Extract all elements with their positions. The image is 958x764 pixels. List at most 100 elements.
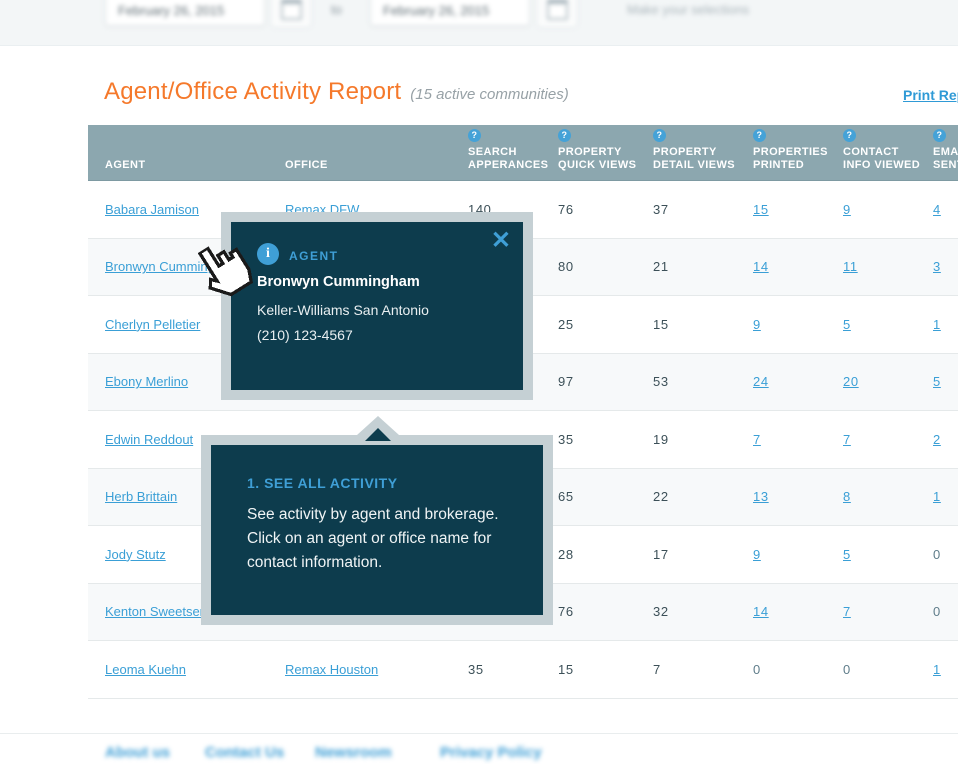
date-to-input[interactable]: February 26, 2015 [370, 0, 530, 26]
metric-link[interactable]: 8 [843, 489, 851, 504]
metric-value: 97 [558, 374, 574, 389]
top-toolbar-blurred-content: February 26, 2015 to February 26, 2015 M… [0, 0, 958, 45]
agent-link[interactable]: Leoma Kuehn [105, 662, 186, 677]
print-report-link[interactable]: Print Report [903, 87, 958, 103]
metric-link[interactable]: 9 [753, 547, 761, 562]
calendar-icon [281, 0, 302, 20]
metric-value: 76 [558, 202, 574, 217]
metric-link[interactable]: 14 [753, 259, 769, 274]
metric-link[interactable]: 7 [843, 604, 851, 619]
metric-value: 17 [653, 547, 669, 562]
metric-value: 32 [653, 604, 669, 619]
metric-link[interactable]: 13 [753, 489, 769, 504]
column-header: ?PROPERTIESPRINTED [745, 125, 835, 180]
see-all-activity-tooltip: 1. SEE ALL ACTIVITY See activity by agen… [201, 435, 553, 625]
agent-link[interactable]: Babara Jamison [105, 202, 199, 217]
metric-link[interactable]: 9 [843, 202, 851, 217]
metric-link[interactable]: 7 [843, 432, 851, 447]
tooltip-step-body: See activity by agent and brokerage. Cli… [247, 503, 535, 575]
agent-link[interactable]: Bronwyn Cummingham [105, 259, 240, 274]
table-header: AGENTOFFICE?SEARCHAPPERANCES?PROPERTYQUI… [88, 125, 958, 181]
metric-link[interactable]: 5 [843, 547, 851, 562]
metric-value: 25 [558, 317, 574, 332]
metric-value: 19 [653, 432, 669, 447]
metric-link[interactable]: 15 [753, 202, 769, 217]
office-link[interactable]: Remax Houston [285, 662, 378, 677]
metric-link[interactable]: 5 [933, 374, 941, 389]
calendar-icon [547, 0, 568, 20]
footer-divider [0, 733, 958, 734]
column-header: ?PROPERTYQUICK VIEWS [550, 125, 645, 180]
help-icon[interactable]: ? [933, 129, 946, 142]
metric-link[interactable]: 2 [933, 432, 941, 447]
tooltip-agent-label: AGENT [289, 249, 339, 263]
help-icon[interactable]: ? [753, 129, 766, 142]
metric-value: 22 [653, 489, 669, 504]
metric-value: 21 [653, 259, 669, 274]
selections-placeholder[interactable]: Make your selections [627, 2, 749, 17]
metric-value: 15 [558, 662, 574, 677]
column-header: ?CONTACTINFO VIEWED [835, 125, 925, 180]
metric-value: 0 [753, 662, 761, 677]
metric-value: 65 [558, 489, 574, 504]
info-icon: i [257, 243, 279, 265]
metric-value: 76 [558, 604, 574, 619]
metric-value: 35 [558, 432, 574, 447]
date-range-to-label: to [331, 2, 342, 17]
help-icon[interactable]: ? [468, 129, 481, 142]
top-toolbar: February 26, 2015 to February 26, 2015 M… [0, 0, 958, 46]
metric-value: 28 [558, 547, 574, 562]
metric-link[interactable]: 1 [933, 662, 941, 677]
metric-link[interactable]: 9 [753, 317, 761, 332]
close-icon[interactable]: ✕ [491, 228, 511, 254]
metric-link[interactable]: 20 [843, 374, 859, 389]
metric-value: 35 [468, 662, 484, 677]
agent-contact-tooltip: i AGENT ✕ Bronwyn Cummingham Keller-Will… [221, 212, 533, 400]
column-header: OFFICE [277, 125, 460, 180]
agent-contact-tooltip-panel: i AGENT ✕ Bronwyn Cummingham Keller-Will… [231, 222, 523, 390]
metric-link[interactable]: 1 [933, 317, 941, 332]
metric-link[interactable]: 4 [933, 202, 941, 217]
agent-link[interactable]: Edwin Reddout [105, 432, 193, 447]
footer-link[interactable]: About us [105, 744, 170, 761]
metric-value: 80 [558, 259, 574, 274]
report-heading: Agent/Office Activity Report (15 active … [104, 78, 569, 106]
tooltip-agent-phone: (210) 123-4567 [257, 327, 353, 343]
footer-link[interactable]: Newsroom [315, 744, 392, 761]
calendar-button-to[interactable] [536, 0, 578, 28]
metric-link[interactable]: 24 [753, 374, 769, 389]
agent-link[interactable]: Kenton Sweetser [105, 604, 204, 619]
metric-value: 0 [933, 547, 941, 562]
metric-link[interactable]: 14 [753, 604, 769, 619]
column-header: ?SEARCHAPPERANCES [460, 125, 550, 180]
help-icon[interactable]: ? [843, 129, 856, 142]
column-header: ?PROPERTYDETAIL VIEWS [645, 125, 745, 180]
help-icon[interactable]: ? [558, 129, 571, 142]
metric-value: 15 [653, 317, 669, 332]
page: February 26, 2015 to February 26, 2015 M… [0, 0, 958, 764]
see-all-activity-panel: 1. SEE ALL ACTIVITY See activity by agen… [211, 445, 543, 615]
page-title: Agent/Office Activity Report [104, 78, 401, 106]
metric-link[interactable]: 1 [933, 489, 941, 504]
column-header: ?EMAILSENT [925, 125, 958, 180]
agent-link[interactable]: Jody Stutz [105, 547, 166, 562]
column-header: AGENT [88, 125, 277, 180]
metric-value: 0 [933, 604, 941, 619]
tooltip-step-heading: 1. SEE ALL ACTIVITY [247, 475, 398, 491]
footer-link[interactable]: Contact Us [205, 744, 284, 761]
tooltip-arrow [365, 428, 391, 441]
date-from-input[interactable]: February 26, 2015 [105, 0, 265, 26]
metric-link[interactable]: 11 [843, 259, 858, 274]
agent-link[interactable]: Ebony Merlino [105, 374, 188, 389]
agent-link[interactable]: Cherlyn Pelletier [105, 317, 200, 332]
metric-link[interactable]: 3 [933, 259, 941, 274]
metric-link[interactable]: 7 [753, 432, 761, 447]
metric-value: 53 [653, 374, 669, 389]
agent-link[interactable]: Herb Brittain [105, 489, 177, 504]
metric-value: 37 [653, 202, 669, 217]
calendar-button-from[interactable] [270, 0, 312, 28]
footer-links: About us Contact Us Newsroom Privacy Policy [0, 744, 958, 764]
help-icon[interactable]: ? [653, 129, 666, 142]
metric-link[interactable]: 5 [843, 317, 851, 332]
footer-link[interactable]: Privacy Policy [440, 744, 542, 761]
